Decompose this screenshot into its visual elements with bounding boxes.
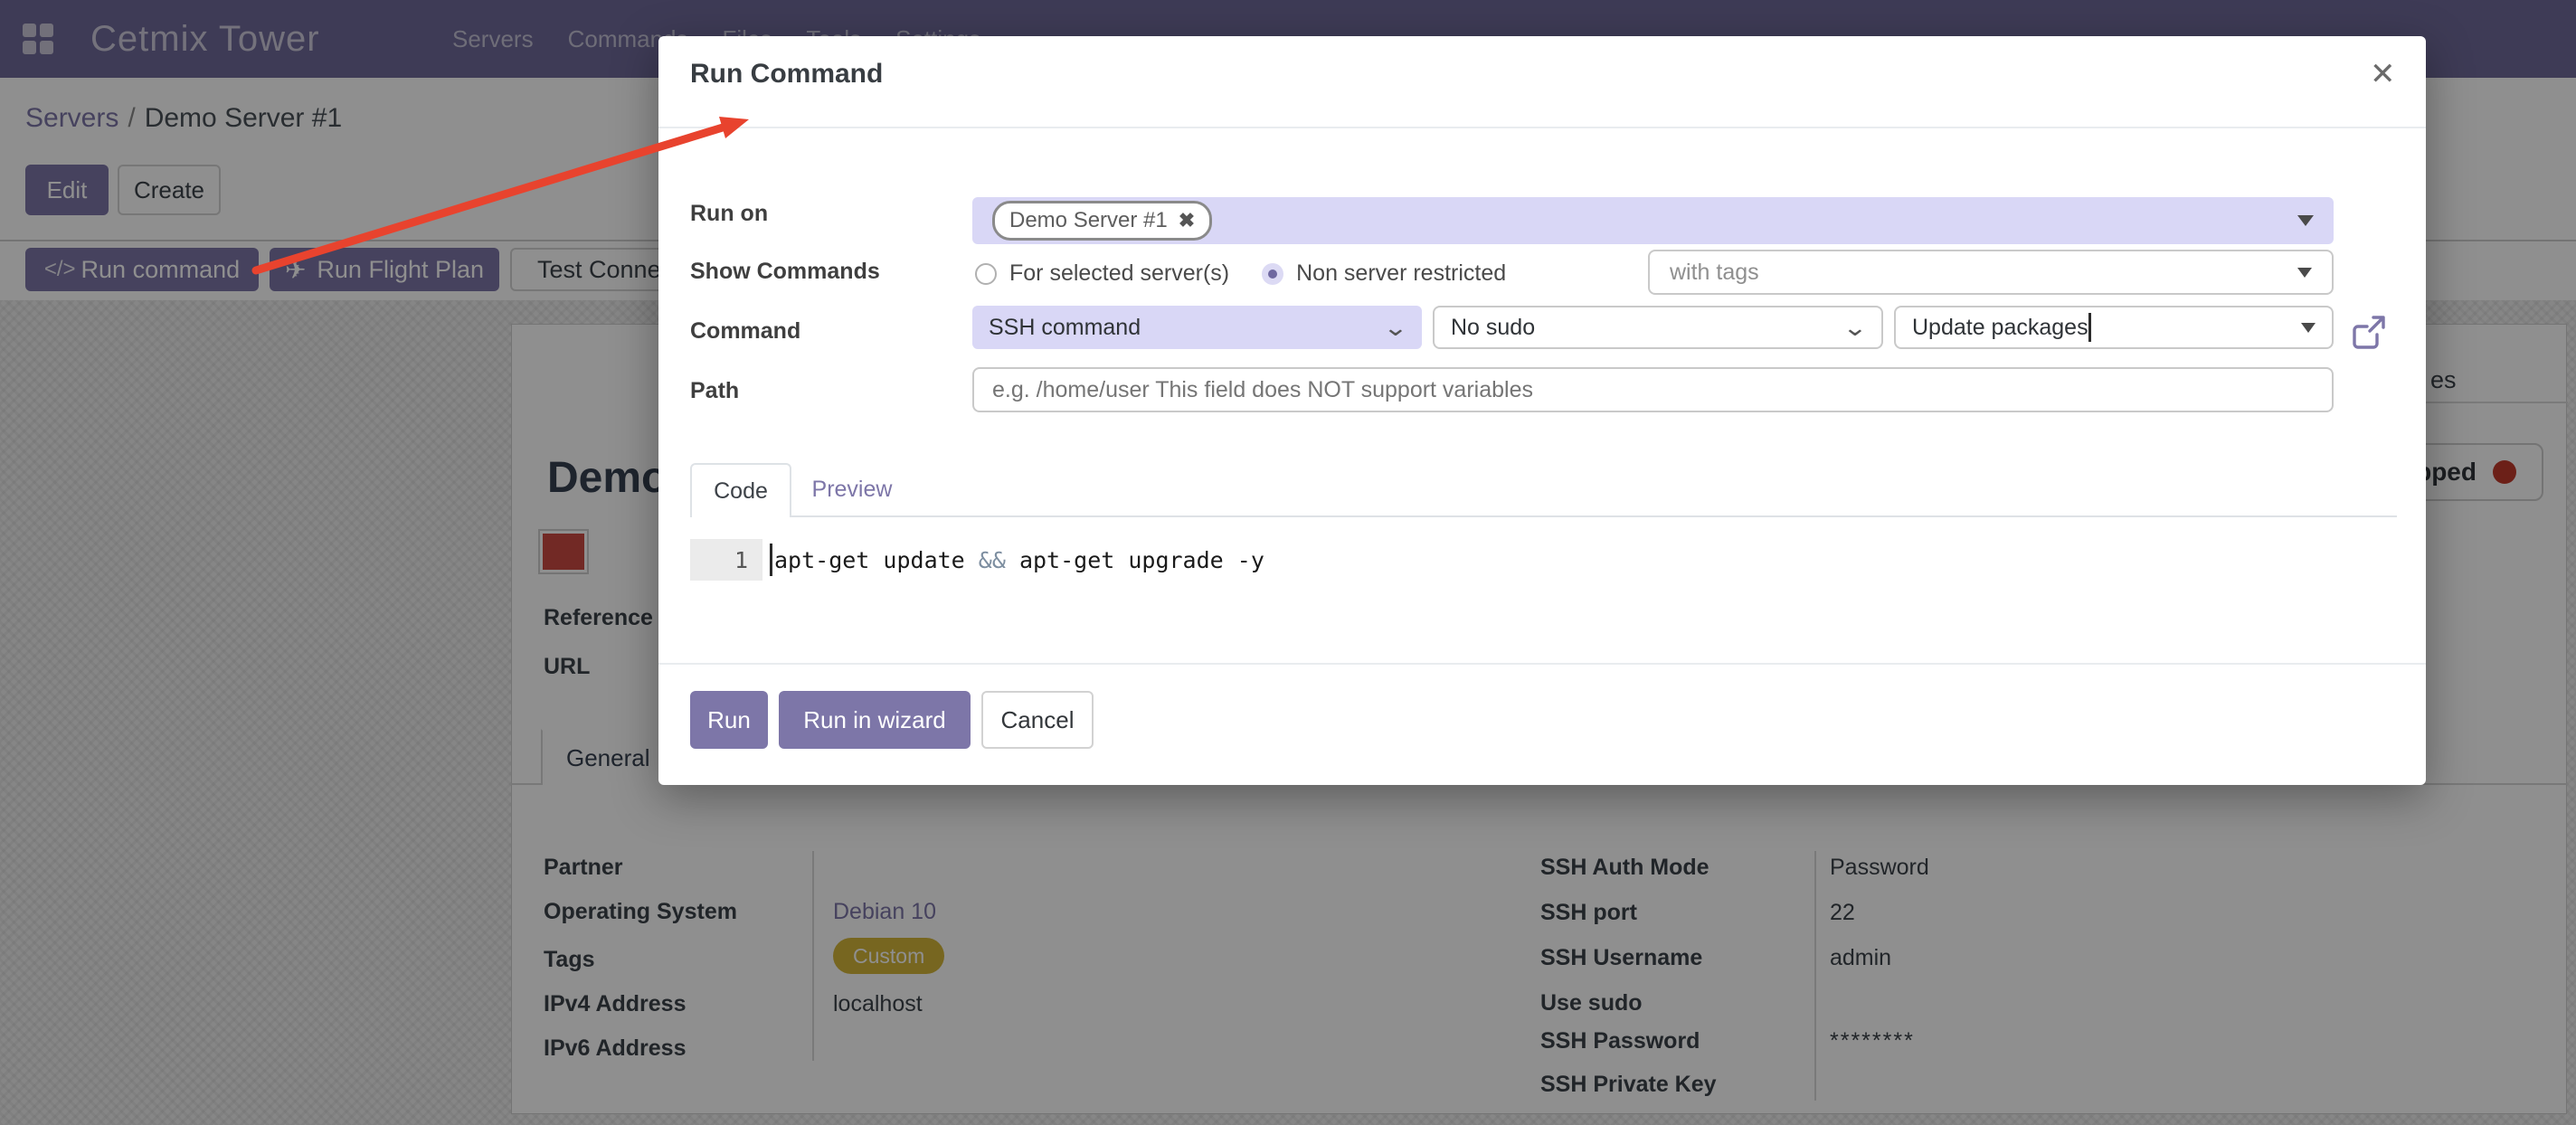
radio-for-selected-servers[interactable] [975,263,997,285]
sudo-select[interactable]: No sudo ⌄ [1433,306,1883,349]
run-command-modal: Run Command ✕ Run on Demo Server #1 ✖ Sh… [658,36,2426,785]
tab-preview[interactable]: Preview [791,463,913,515]
tags-filter-caret-icon [2297,268,2312,278]
close-icon[interactable]: ✕ [2370,56,2396,92]
sudo-chevron-icon: ⌄ [1842,314,1868,342]
show-commands-label: Show Commands [690,259,880,285]
path-input[interactable] [972,367,2334,412]
command-type-chevron-icon: ⌄ [1383,314,1408,342]
modal-header-divider [658,127,2426,128]
code-cursor [770,544,772,576]
text-cursor [2088,313,2091,342]
radio-non-server-restricted-label[interactable]: Non server restricted [1296,260,1506,287]
screen: Cetmix Tower Servers Commands Files Tool… [0,0,2576,1125]
code-line: apt-get update && apt-get upgrade -y [774,539,1264,581]
remove-tag-icon[interactable]: ✖ [1179,209,1195,232]
command-label: Command [690,318,800,345]
radio-non-server-restricted[interactable] [1262,263,1283,285]
code-editor[interactable]: 1 apt-get update && apt-get upgrade -y [690,539,2397,581]
tags-filter-select[interactable]: with tags [1648,250,2334,295]
run-on-caret-icon[interactable] [2297,215,2314,226]
path-label: Path [690,378,739,404]
modal-footer-divider [658,663,2426,665]
run-button[interactable]: Run [690,691,768,749]
tab-code[interactable]: Code [690,463,791,517]
command-caret-icon [2301,323,2316,333]
cancel-button[interactable]: Cancel [981,691,1094,749]
command-combobox[interactable]: Update packages [1894,306,2334,349]
code-line-number: 1 [690,539,762,581]
modal-title: Run Command [690,59,883,90]
open-record-external-link-icon[interactable] [2350,313,2388,351]
tabs-underline [690,515,2397,517]
server-tag-pill: Demo Server #1 ✖ [992,201,1212,241]
run-in-wizard-button[interactable]: Run in wizard [779,691,971,749]
run-on-field[interactable]: Demo Server #1 ✖ [972,197,2334,244]
radio-for-selected-servers-label[interactable]: For selected server(s) [1009,260,1229,287]
run-on-label: Run on [690,201,768,227]
command-type-select[interactable]: SSH command ⌄ [972,306,1422,349]
